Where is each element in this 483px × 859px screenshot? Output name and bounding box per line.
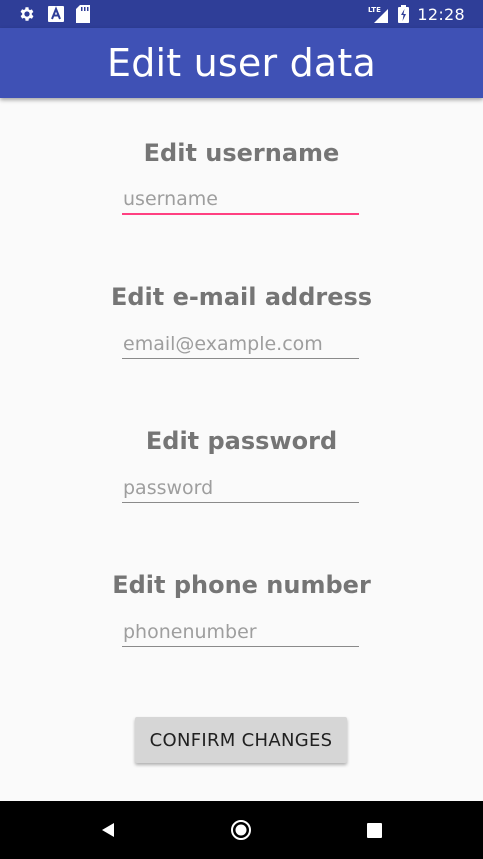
- page-title: Edit user data: [106, 41, 377, 85]
- battery-icon: [398, 5, 410, 23]
- app-bar: Edit user data: [0, 28, 483, 98]
- navigation-bar: [0, 801, 483, 859]
- status-time: 12:28: [417, 4, 465, 24]
- email-input[interactable]: [122, 329, 359, 359]
- password-input[interactable]: [122, 473, 359, 503]
- recents-button[interactable]: [344, 801, 404, 859]
- signal-icon: LTE: [368, 5, 390, 23]
- confirm-changes-button[interactable]: CONFIRM CHANGES: [135, 717, 347, 763]
- username-input[interactable]: [122, 185, 359, 215]
- status-system: LTE 12:28: [368, 4, 465, 24]
- password-label: Edit password: [145, 427, 338, 455]
- sd-card-icon: [76, 5, 90, 23]
- username-label: Edit username: [143, 139, 340, 167]
- email-label: Edit e-mail address: [110, 283, 373, 311]
- back-button[interactable]: [78, 801, 138, 859]
- phone-input[interactable]: [122, 617, 359, 647]
- gear-icon: [18, 5, 36, 23]
- phone-label: Edit phone number: [112, 571, 371, 599]
- status-notifications: [18, 4, 90, 24]
- recents-icon: [366, 822, 382, 838]
- svg-text:LTE: LTE: [368, 6, 381, 14]
- back-icon: [100, 822, 116, 838]
- home-icon: [230, 819, 252, 841]
- a-icon: [48, 6, 64, 22]
- home-button[interactable]: [211, 801, 271, 859]
- status-bar: LTE 12:28: [0, 0, 483, 28]
